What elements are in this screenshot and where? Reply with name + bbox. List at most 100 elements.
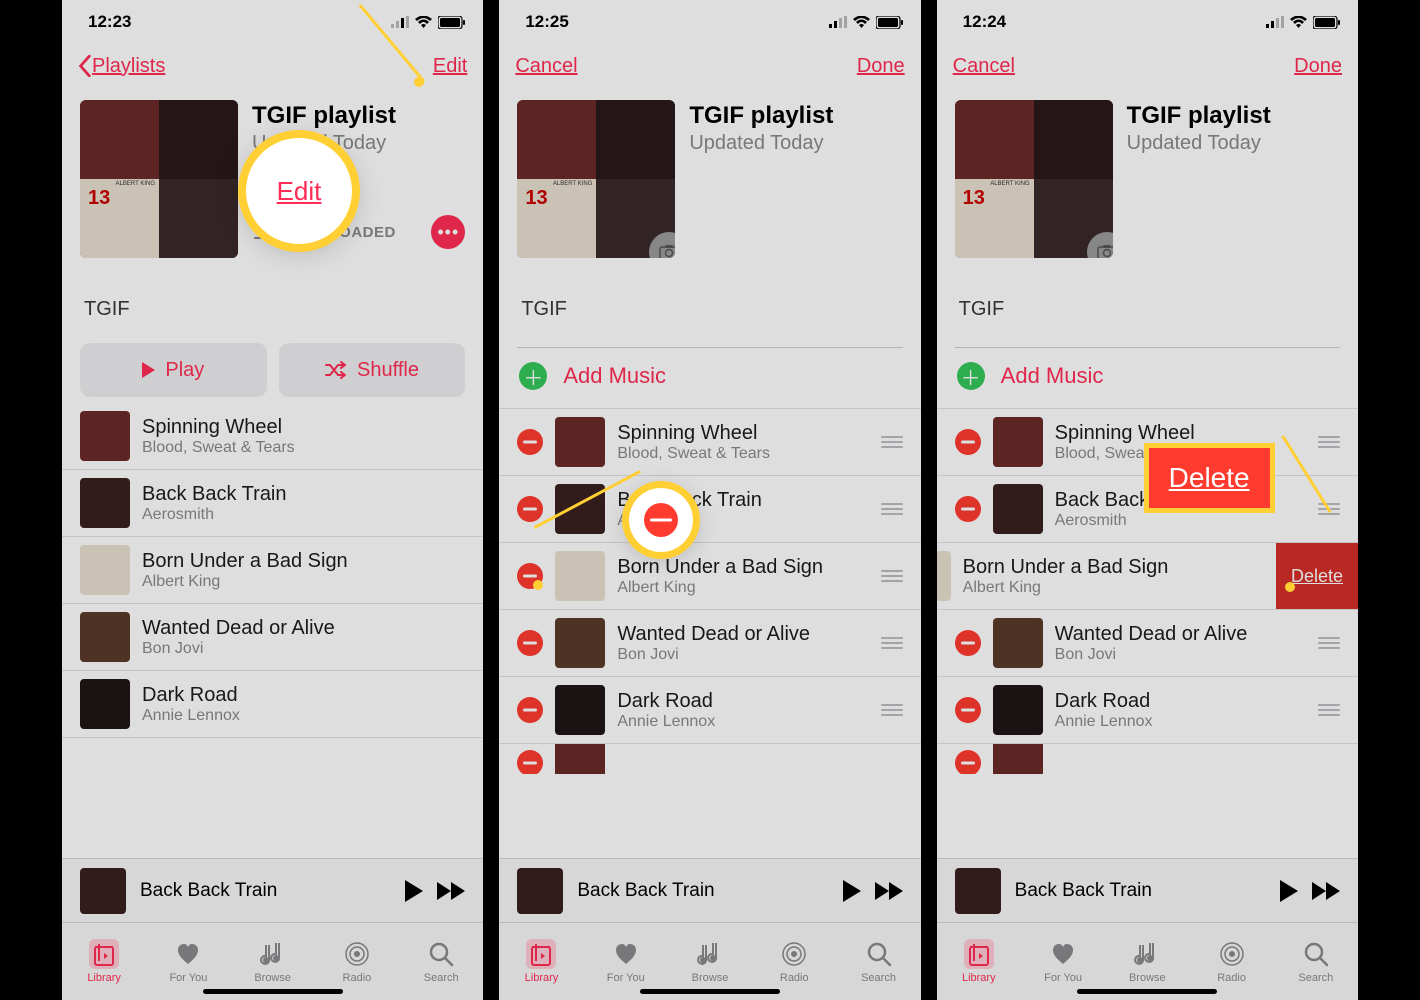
track-row[interactable]: Wanted Dead or AliveBon Jovi bbox=[499, 610, 920, 677]
track-row[interactable]: Back Back TrainAerosmith bbox=[499, 476, 920, 543]
drag-handle[interactable] bbox=[881, 436, 903, 448]
track-artwork bbox=[993, 744, 1043, 774]
track-row[interactable] bbox=[499, 744, 920, 774]
now-playing-title: Back Back Train bbox=[140, 880, 391, 902]
track-artist: Bon Jovi bbox=[617, 646, 868, 664]
delete-minus-button[interactable] bbox=[517, 750, 543, 774]
now-playing-title: Back Back Train bbox=[577, 880, 828, 902]
delete-minus-button[interactable] bbox=[955, 750, 981, 774]
track-row[interactable]: Wanted Dead or AliveBon Jovi bbox=[62, 604, 483, 671]
track-row[interactable] bbox=[937, 744, 1358, 774]
tab-label: Radio bbox=[780, 972, 809, 984]
playlist-artwork[interactable] bbox=[955, 100, 1113, 258]
play-button[interactable]: Play bbox=[80, 343, 267, 397]
track-row[interactable]: Dark RoadAnnie Lennox bbox=[62, 671, 483, 738]
tab-search[interactable]: Search bbox=[836, 923, 920, 1000]
home-indicator[interactable] bbox=[1077, 989, 1217, 994]
shuffle-icon bbox=[325, 361, 347, 379]
drag-handle[interactable] bbox=[1318, 704, 1340, 716]
now-playing-bar[interactable]: Back Back Train bbox=[62, 858, 483, 922]
track-row[interactable]: Born Under a Bad SignAlbert KingDelete bbox=[937, 543, 1358, 610]
tab-search[interactable]: Search bbox=[1274, 923, 1358, 1000]
add-music-button[interactable]: ＋ Add Music bbox=[937, 348, 1358, 409]
track-artwork bbox=[993, 484, 1043, 534]
forward-icon[interactable] bbox=[437, 882, 465, 900]
track-artist: Albert King bbox=[617, 579, 868, 597]
drag-handle[interactable] bbox=[881, 570, 903, 582]
radio-icon bbox=[1217, 939, 1247, 969]
track-row[interactable]: Born Under a Bad SignAlbert King bbox=[499, 543, 920, 610]
cancel-button[interactable]: Cancel bbox=[515, 55, 577, 78]
edit-button[interactable]: Edit bbox=[433, 55, 467, 78]
tab-library[interactable]: Library bbox=[62, 923, 146, 1000]
track-title: Back Back Train bbox=[142, 483, 465, 506]
plus-icon: ＋ bbox=[957, 362, 985, 390]
tab-search[interactable]: Search bbox=[399, 923, 483, 1000]
add-music-button[interactable]: ＋ Add Music bbox=[499, 348, 920, 409]
play-icon[interactable] bbox=[405, 880, 423, 902]
drag-handle[interactable] bbox=[1318, 436, 1340, 448]
shuffle-button[interactable]: Shuffle bbox=[279, 343, 466, 397]
delete-minus-button[interactable] bbox=[517, 429, 543, 455]
for you-icon bbox=[1048, 939, 1078, 969]
now-playing-bar[interactable]: Back Back Train bbox=[937, 858, 1358, 922]
delete-minus-button[interactable] bbox=[517, 697, 543, 723]
now-playing-bar[interactable]: Back Back Train bbox=[499, 858, 920, 922]
delete-minus-button[interactable] bbox=[955, 496, 981, 522]
playlist-header: TGIF playlist Updated Today bbox=[499, 88, 920, 258]
screen-edit-mode: 12:25 Cancel Done TGIF playlist Updated … bbox=[499, 0, 920, 1000]
track-row[interactable]: Back Back TrainAerosmith bbox=[937, 476, 1358, 543]
playlist-artwork[interactable] bbox=[517, 100, 675, 258]
track-artist: Annie Lennox bbox=[1055, 713, 1306, 731]
tab-library[interactable]: Library bbox=[499, 923, 583, 1000]
track-artist: Blood, Sweat & Tears bbox=[617, 445, 868, 463]
track-row[interactable]: Spinning WheelBlood, Sweat & Tears bbox=[499, 409, 920, 476]
now-playing-artwork bbox=[955, 868, 1001, 914]
more-button[interactable]: ••• bbox=[431, 215, 465, 249]
tab-library[interactable]: Library bbox=[937, 923, 1021, 1000]
play-label: Play bbox=[165, 359, 204, 382]
playlist-artwork[interactable] bbox=[80, 100, 238, 258]
track-title: Spinning Wheel bbox=[142, 416, 465, 439]
delete-minus-button[interactable] bbox=[955, 697, 981, 723]
delete-minus-button[interactable] bbox=[955, 429, 981, 455]
track-row[interactable]: Spinning WheelBlood, Sweat & Tears bbox=[62, 403, 483, 470]
playlist-description[interactable]: TGIF bbox=[937, 258, 1358, 329]
status-icons bbox=[1266, 16, 1340, 29]
forward-icon[interactable] bbox=[875, 882, 903, 900]
playlist-description: TGIF bbox=[62, 258, 483, 329]
track-artwork bbox=[555, 484, 605, 534]
drag-handle[interactable] bbox=[881, 637, 903, 649]
track-artwork bbox=[80, 411, 130, 461]
drag-handle[interactable] bbox=[881, 704, 903, 716]
done-button[interactable]: Done bbox=[857, 55, 905, 78]
done-button[interactable]: Done bbox=[1294, 55, 1342, 78]
drag-handle[interactable] bbox=[1318, 503, 1340, 515]
cancel-button[interactable]: Cancel bbox=[953, 55, 1015, 78]
delete-button[interactable]: Delete bbox=[1276, 543, 1358, 609]
playlist-description[interactable]: TGIF bbox=[499, 258, 920, 329]
track-row[interactable]: Born Under a Bad SignAlbert King bbox=[62, 537, 483, 604]
delete-minus-button[interactable] bbox=[517, 630, 543, 656]
home-indicator[interactable] bbox=[640, 989, 780, 994]
track-row[interactable]: Back Back TrainAerosmith bbox=[62, 470, 483, 537]
play-icon[interactable] bbox=[1280, 880, 1298, 902]
home-indicator[interactable] bbox=[203, 989, 343, 994]
track-row[interactable]: Dark RoadAnnie Lennox bbox=[937, 677, 1358, 744]
for you-icon bbox=[173, 939, 203, 969]
drag-handle[interactable] bbox=[881, 503, 903, 515]
delete-minus-button[interactable] bbox=[517, 563, 543, 589]
track-row[interactable]: Wanted Dead or AliveBon Jovi bbox=[937, 610, 1358, 677]
track-artwork bbox=[80, 679, 130, 729]
delete-minus-button[interactable] bbox=[517, 496, 543, 522]
play-icon bbox=[142, 362, 155, 378]
drag-handle[interactable] bbox=[1318, 637, 1340, 649]
tab-label: Library bbox=[525, 972, 559, 984]
track-row[interactable]: Spinning WheelBlood, Sweat & Tears bbox=[937, 409, 1358, 476]
forward-icon[interactable] bbox=[1312, 882, 1340, 900]
track-artwork bbox=[555, 685, 605, 735]
play-icon[interactable] bbox=[843, 880, 861, 902]
back-button[interactable]: Playlists bbox=[78, 55, 165, 78]
delete-minus-button[interactable] bbox=[955, 630, 981, 656]
track-row[interactable]: Dark RoadAnnie Lennox bbox=[499, 677, 920, 744]
